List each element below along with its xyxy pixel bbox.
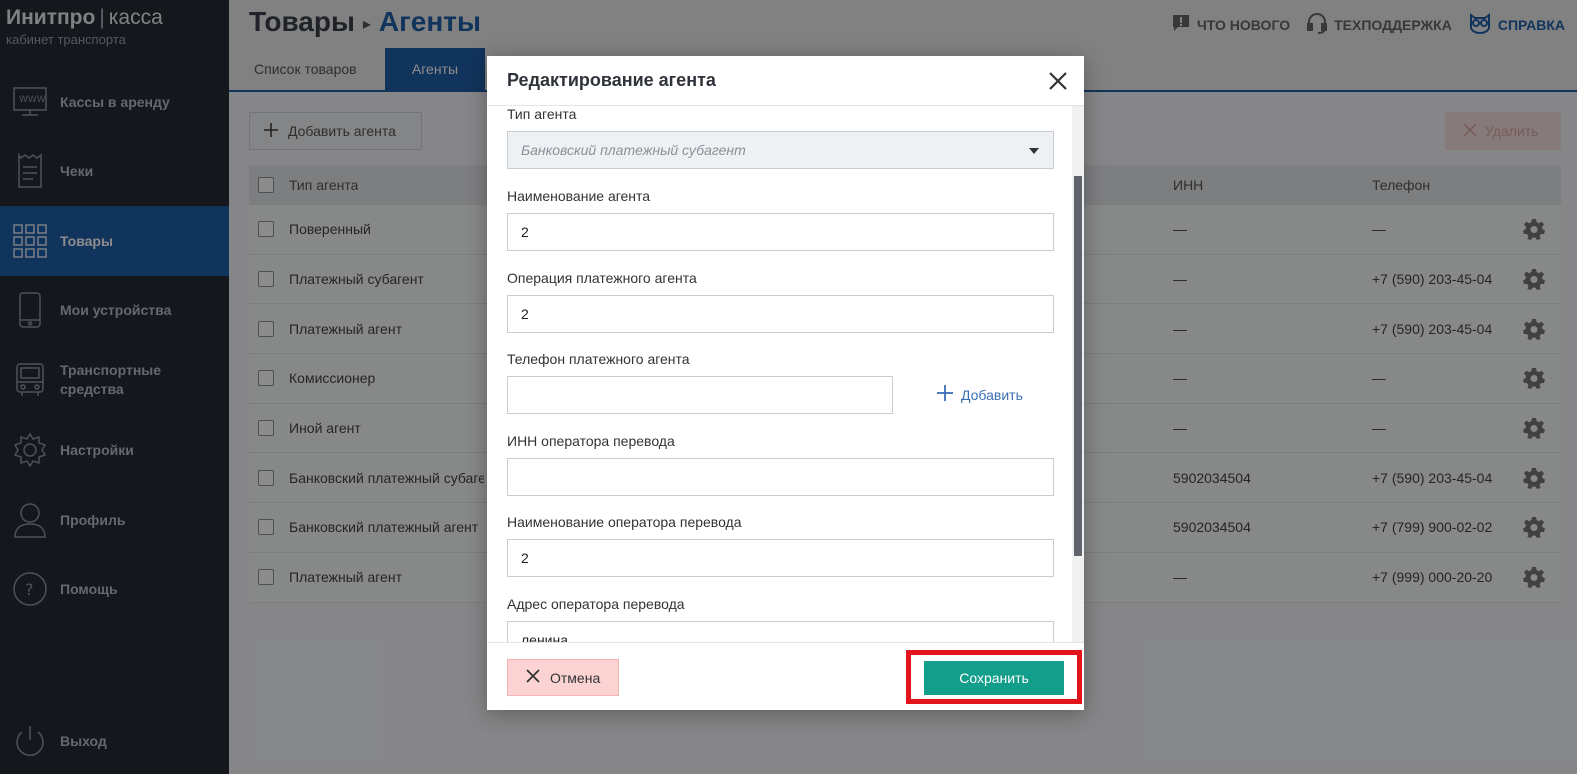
modal-title: Редактирование агента — [507, 70, 716, 90]
agent-name-label: Наименование агента — [507, 188, 651, 204]
close-icon[interactable] — [1046, 69, 1070, 93]
modal-body[interactable]: Тип агента Банковский платежный субагент… — [487, 106, 1072, 642]
operator-name-input[interactable]: 2 — [507, 539, 1054, 577]
scrollbar-thumb[interactable] — [1074, 176, 1082, 556]
save-highlight-frame: Сохранить — [906, 650, 1082, 704]
caret-down-icon — [1029, 148, 1039, 154]
save-button[interactable]: Сохранить — [924, 661, 1064, 695]
operator-address-input[interactable]: ленина — [507, 621, 1054, 642]
cancel-button[interactable]: Отмена — [507, 659, 619, 696]
agent-name-input[interactable]: 2 — [507, 213, 1054, 251]
operator-name-label: Наименование оператора перевода — [507, 514, 742, 530]
plus-icon — [937, 385, 953, 404]
modal-footer: Отмена Сохранить — [487, 642, 1084, 710]
add-phone-button[interactable]: Добавить — [937, 385, 1023, 404]
modal-header: Редактирование агента — [487, 56, 1084, 106]
operator-address-label: Адрес оператора перевода — [507, 596, 685, 612]
agent-type-label: Тип агента — [507, 106, 577, 122]
agent-phone-input[interactable] — [507, 376, 893, 414]
modal-scrollbar[interactable] — [1072, 106, 1084, 642]
operator-inn-label: ИНН оператора перевода — [507, 433, 675, 449]
agent-type-select[interactable]: Банковский платежный субагент — [507, 131, 1054, 169]
agent-operation-label: Операция платежного агента — [507, 270, 697, 286]
edit-agent-modal: Редактирование агента Тип агента Банковс… — [487, 56, 1084, 710]
agent-phone-label: Телефон платежного агента — [507, 351, 690, 367]
operator-inn-input[interactable] — [507, 458, 1054, 496]
agent-operation-input[interactable]: 2 — [507, 295, 1054, 333]
close-icon — [526, 669, 540, 686]
